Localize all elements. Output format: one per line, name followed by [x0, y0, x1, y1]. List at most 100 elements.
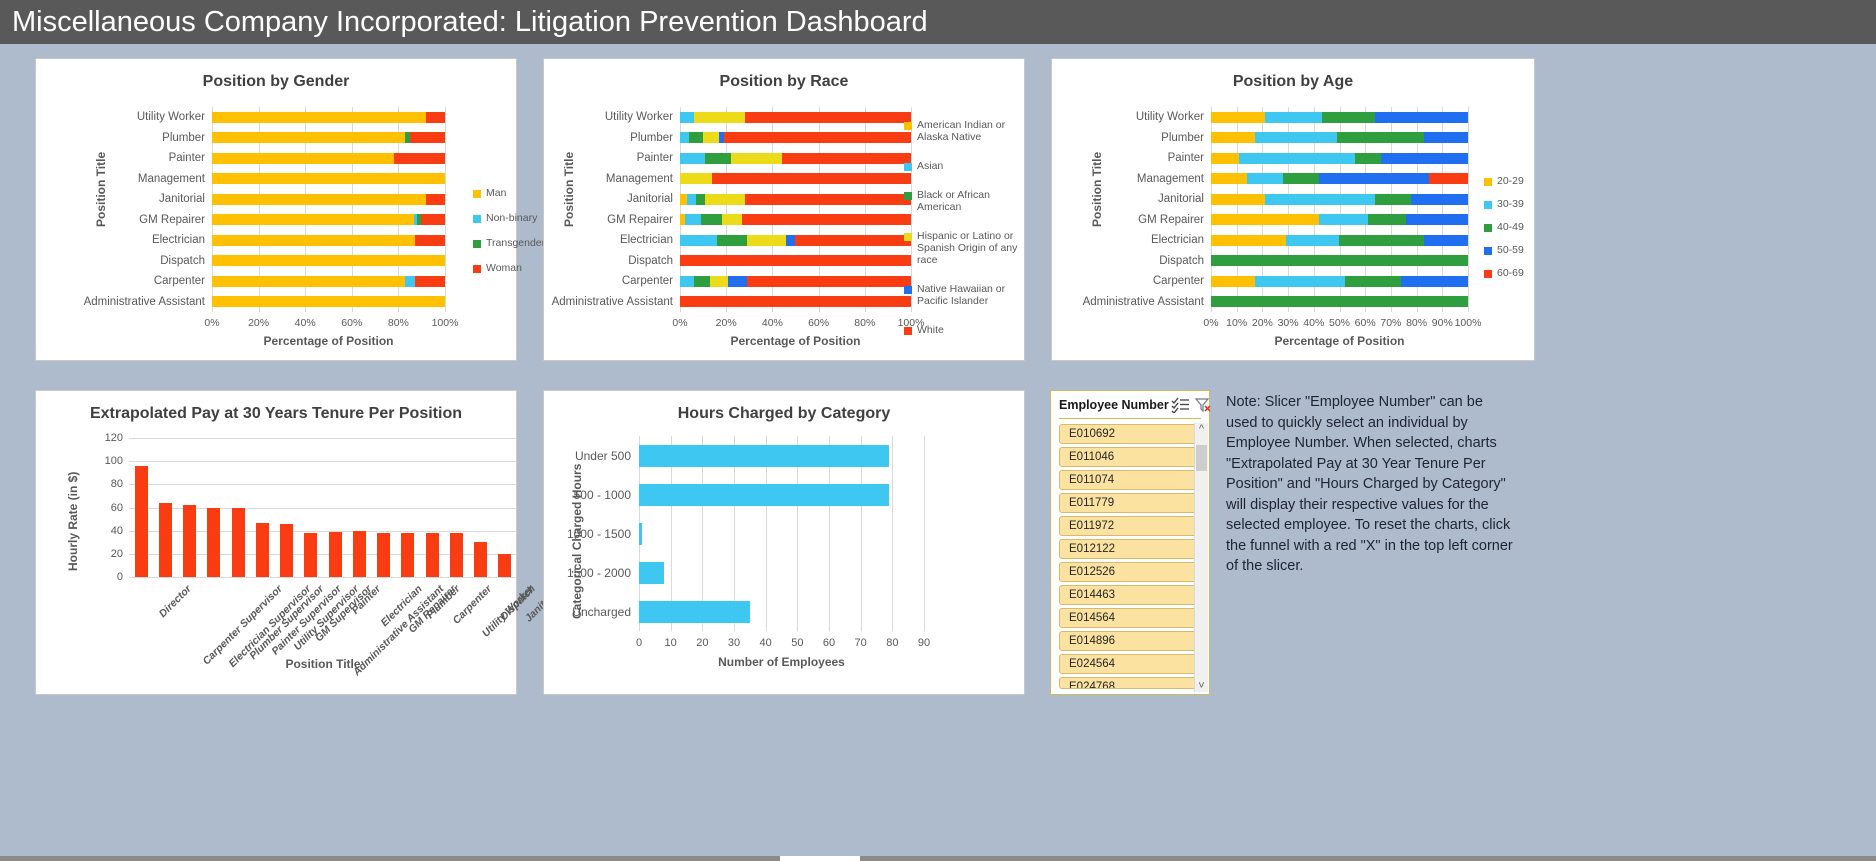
stacked-bar	[212, 193, 445, 205]
slicer-item[interactable]: E012526	[1059, 562, 1203, 582]
bar-segment	[414, 275, 445, 287]
legend-item: American Indian or Alaska Native	[904, 119, 1029, 143]
bar-segment	[744, 111, 911, 123]
bar-segment	[721, 214, 743, 226]
y-tick-label: 40	[110, 524, 123, 537]
bar-segment	[1211, 173, 1247, 185]
legend-item: White	[904, 324, 1029, 336]
slicer-item[interactable]: E011046	[1059, 447, 1203, 467]
slicer-item-list[interactable]: E010692 E011046 E011074 E011779 E011972 E0121…	[1051, 424, 1209, 689]
bar-segment	[1285, 234, 1340, 246]
slicer-item[interactable]: E014564	[1059, 608, 1203, 628]
legend-item: Non-binary	[473, 212, 543, 224]
bar-segment	[680, 132, 690, 144]
slicer-item[interactable]: E012122	[1059, 539, 1203, 559]
bar-segment	[212, 255, 445, 267]
x-tick-label: 90	[917, 637, 931, 649]
y-tick-label: 60	[110, 501, 123, 514]
stacked-bar	[680, 132, 911, 144]
legend-label: Man	[486, 187, 507, 199]
legend-item: Black or African American	[904, 189, 1029, 213]
chart-plot-hours: Categorical Charged Hours Under 500 500 - …	[544, 391, 1024, 694]
stacked-bar	[212, 296, 445, 308]
employee-number-slicer[interactable]: Employee Number E010692 E011046 E011074 E01…	[1050, 390, 1213, 695]
slicer-item[interactable]: E011074	[1059, 470, 1203, 490]
chevron-up-icon[interactable]: ^	[1199, 423, 1204, 435]
dashboard-note: Note: Slicer "Employee Number" can be us…	[1226, 394, 1513, 574]
bar-slot	[347, 438, 371, 577]
bar-segment	[410, 132, 445, 144]
slicer-scrollbar[interactable]: ^ ˅	[1194, 423, 1208, 692]
bar-segment	[680, 255, 911, 267]
bar-segment	[426, 111, 445, 123]
category-label: Administrative Assistant	[1082, 295, 1204, 308]
axis-label-x: Position Title	[285, 657, 361, 671]
slicer-item[interactable]: E011779	[1059, 493, 1203, 513]
bar-segment	[1344, 275, 1402, 287]
bar-row: Janitorial	[627, 189, 911, 210]
bar-row: Electrician	[1151, 230, 1468, 251]
slicer-item[interactable]: E014896	[1059, 631, 1203, 651]
bar-segment	[1211, 234, 1286, 246]
legend-swatch	[904, 192, 912, 200]
bar-row: Painter	[1168, 148, 1468, 169]
axis-label-x: Number of Employees	[718, 655, 845, 669]
legend-swatch	[473, 240, 481, 248]
bar-segment	[212, 173, 445, 185]
bar-slot	[178, 438, 202, 577]
bar-segment	[405, 275, 415, 287]
slicer-scroll-thumb[interactable]	[1196, 445, 1207, 471]
legend-swatch	[473, 190, 481, 198]
slicer-item[interactable]: E011972	[1059, 516, 1203, 536]
x-tick-label: 40%	[761, 317, 783, 329]
category-label: 1000 - 1500	[566, 526, 631, 541]
bar-segment	[1354, 152, 1381, 164]
bar-segment	[680, 173, 713, 185]
gridline	[445, 107, 446, 312]
gridline	[924, 436, 925, 631]
bar-segment	[1401, 275, 1468, 287]
bar	[183, 505, 197, 577]
bar-segment	[728, 275, 747, 287]
category-label: Painter	[1167, 152, 1204, 165]
slicer-item[interactable]: E024564	[1059, 654, 1203, 674]
slicer-item[interactable]: E024768	[1059, 677, 1203, 689]
bar-segment	[212, 296, 445, 308]
slicer-item[interactable]: E014463	[1059, 585, 1203, 605]
bar-segment	[1211, 152, 1240, 164]
bar-segment	[1254, 132, 1337, 144]
x-tick-label: 0%	[1203, 317, 1219, 329]
x-tick-label: 30%	[1277, 317, 1299, 329]
chart-legend: Man Non-binary Transgender Woman	[473, 187, 545, 287]
category-label: 500 - 1000	[573, 487, 631, 502]
stacked-bar	[680, 111, 911, 123]
bar	[639, 561, 665, 584]
bar-segment	[1211, 214, 1319, 226]
slicer-item[interactable]: E010692	[1059, 424, 1203, 444]
category-label: Dispatch	[1159, 254, 1204, 267]
bar-segment	[680, 193, 687, 205]
chart-legend: 20-29 30-39 40-49 50-59 60-69	[1484, 175, 1539, 290]
chevron-down-icon[interactable]: ˅	[1198, 680, 1204, 692]
legend-swatch	[473, 265, 481, 273]
bar	[377, 532, 391, 577]
category-label: Carpenter	[153, 275, 205, 288]
category-label: Electrician	[1150, 234, 1204, 247]
bar-segment	[1239, 152, 1355, 164]
clear-filter-funnel-icon[interactable]	[1193, 397, 1213, 413]
legend-swatch	[904, 122, 912, 130]
legend-label: 50-59	[1497, 244, 1524, 256]
bar-segment	[1424, 234, 1468, 246]
legend-item: 60-69	[1484, 267, 1539, 279]
bar-segment	[693, 275, 711, 287]
gridline	[1468, 107, 1469, 312]
horizontal-scrollbar-thumb[interactable]	[780, 856, 860, 861]
category-label: Utility Worker	[604, 111, 673, 124]
x-tick-label: 20%	[715, 317, 737, 329]
bar	[474, 542, 488, 577]
multi-select-icon[interactable]	[1171, 397, 1191, 415]
bar-segment	[212, 152, 394, 164]
legend-swatch	[1484, 224, 1492, 232]
legend-item: Native Hawaiian or Pacific Islander	[904, 283, 1029, 307]
horizontal-scrollbar[interactable]	[0, 856, 1876, 861]
